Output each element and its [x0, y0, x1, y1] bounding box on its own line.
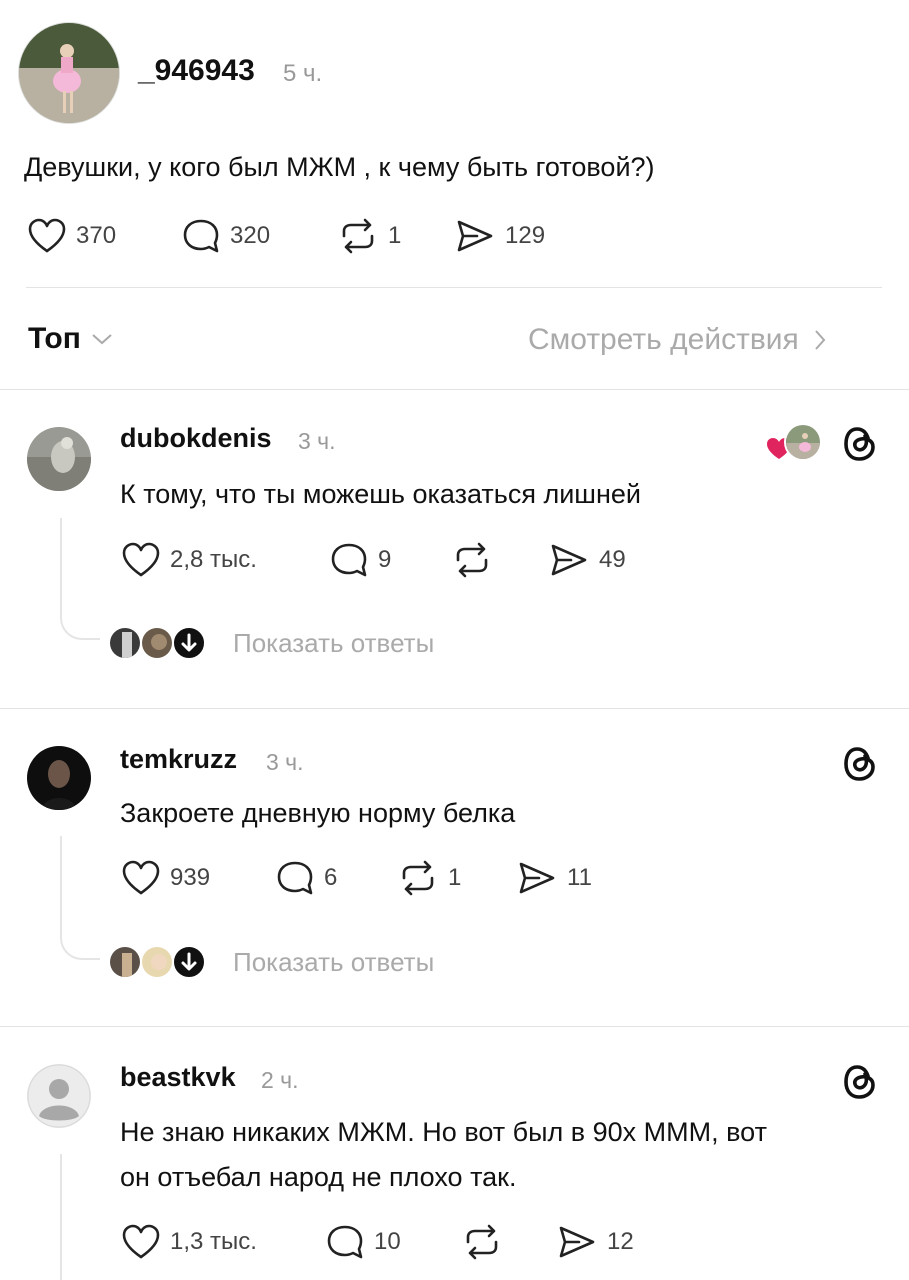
post-like-count: 370	[76, 222, 117, 249]
reply-like-button[interactable]: 1,3 тыс.	[122, 1224, 257, 1260]
reply-share-count: 12	[607, 1228, 634, 1255]
divider	[0, 389, 909, 390]
share-icon	[519, 862, 555, 894]
threads-icon[interactable]	[842, 744, 878, 784]
mini-avatar	[140, 945, 174, 979]
reply-like-button[interactable]: 939	[122, 860, 210, 896]
comment-icon	[331, 543, 367, 577]
share-icon	[559, 1226, 595, 1258]
reply-share-count: 11	[567, 864, 592, 891]
reply-timestamp: 2 ч.	[261, 1067, 299, 1093]
chevron-right-icon	[815, 330, 826, 350]
reply-like-button[interactable]: 2,8 тыс.	[122, 542, 257, 578]
down-arrow-icon	[172, 626, 206, 660]
view-activity-link[interactable]: Смотреть действия	[528, 323, 827, 357]
post-share-count: 129	[505, 222, 546, 249]
comment-icon	[277, 861, 313, 895]
reply-like-count: 2,8 тыс.	[170, 546, 257, 573]
reply-share-count: 49	[599, 546, 626, 573]
post-text: Девушки, у кого был МЖМ , к чему быть го…	[24, 152, 655, 182]
reply-comment-count: 10	[374, 1228, 401, 1255]
divider	[0, 708, 909, 709]
repost-icon	[456, 542, 488, 578]
reply-like-count: 939	[170, 864, 211, 891]
reply-text: К тому, что ты можешь оказаться лишней	[120, 479, 641, 509]
reply-share-button[interactable]: 12	[557, 1224, 634, 1260]
post-comment-button[interactable]: 320	[182, 218, 270, 254]
thread-line	[60, 1154, 62, 1280]
chevron-down-icon	[92, 334, 112, 345]
thread-line-curve	[60, 930, 100, 960]
post-timestamp: 5 ч.	[283, 60, 323, 87]
threads-icon[interactable]	[842, 1062, 878, 1102]
reply-share-button[interactable]: 11	[517, 860, 592, 896]
reply-comment-count: 9	[378, 546, 392, 573]
share-icon	[457, 220, 493, 252]
heart-icon	[28, 218, 66, 253]
heart-icon	[122, 1224, 160, 1259]
reply-repost-button[interactable]	[452, 542, 502, 578]
reply-comment-button[interactable]: 9	[330, 542, 391, 578]
reply-avatar[interactable]	[27, 427, 91, 491]
show-replies-link[interactable]: Показать ответы	[233, 947, 434, 978]
reply-like-count: 1,3 тыс.	[170, 1228, 257, 1255]
divider	[26, 287, 882, 288]
threads-icon[interactable]	[842, 424, 878, 464]
repost-icon	[466, 1224, 498, 1260]
thread-line-curve	[60, 610, 100, 640]
show-replies-link[interactable]: Показать ответы	[233, 628, 434, 659]
reply-comment-button[interactable]: 6	[276, 860, 337, 896]
heart-icon	[122, 542, 160, 577]
comment-icon	[183, 219, 219, 253]
reply-avatar[interactable]	[27, 746, 91, 810]
reply-avatars-stack[interactable]	[108, 943, 208, 981]
thread-line	[60, 518, 62, 616]
reply-username[interactable]: beastkvk	[120, 1062, 236, 1093]
mini-avatar	[108, 945, 142, 979]
mini-avatar	[108, 626, 142, 660]
down-arrow-icon	[172, 945, 206, 979]
reply-timestamp: 3 ч.	[298, 428, 336, 454]
reply-repost-count: 1	[448, 864, 462, 891]
reply-avatar-default[interactable]	[27, 1064, 91, 1128]
divider	[0, 1026, 909, 1027]
reply-text: Закроете дневную норму белка	[120, 798, 516, 828]
mini-avatar	[140, 626, 174, 660]
author-mini-avatar	[784, 423, 822, 461]
reply-avatars-stack[interactable]	[108, 624, 208, 662]
post-author-username[interactable]: _946943	[138, 54, 255, 88]
sort-label: Топ	[28, 322, 81, 355]
comment-icon	[327, 1225, 363, 1259]
reply-repost-button[interactable]	[462, 1224, 512, 1260]
reply-comment-count: 6	[324, 864, 338, 891]
reply-username[interactable]: dubokdenis	[120, 423, 272, 454]
repost-icon	[402, 860, 434, 896]
reply-timestamp: 3 ч.	[266, 749, 304, 775]
thread-line	[60, 836, 62, 936]
author-liked-badge	[766, 423, 826, 465]
reply-share-button[interactable]: 49	[549, 542, 626, 578]
post-repost-button[interactable]: 1	[338, 218, 401, 254]
post-like-button[interactable]: 370	[28, 218, 116, 254]
post-author-avatar[interactable]	[18, 22, 120, 124]
post-share-button[interactable]: 129	[455, 218, 545, 254]
reply-text-line: он отъебал народ не плохо так.	[120, 1162, 517, 1192]
reply-username[interactable]: temkruzz	[120, 744, 237, 775]
reply-comment-button[interactable]: 10	[326, 1224, 401, 1260]
share-icon	[551, 544, 587, 576]
repost-icon	[342, 218, 374, 254]
sort-dropdown[interactable]: Топ	[28, 322, 113, 356]
post-comment-count: 320	[230, 222, 271, 249]
reply-repost-button[interactable]: 1	[398, 860, 461, 896]
post-repost-count: 1	[388, 222, 402, 249]
heart-icon	[122, 860, 160, 895]
reply-text-line: Не знаю никаких МЖМ. Но вот был в 90х ММ…	[120, 1117, 767, 1147]
view-activity-label: Смотреть действия	[528, 323, 799, 356]
